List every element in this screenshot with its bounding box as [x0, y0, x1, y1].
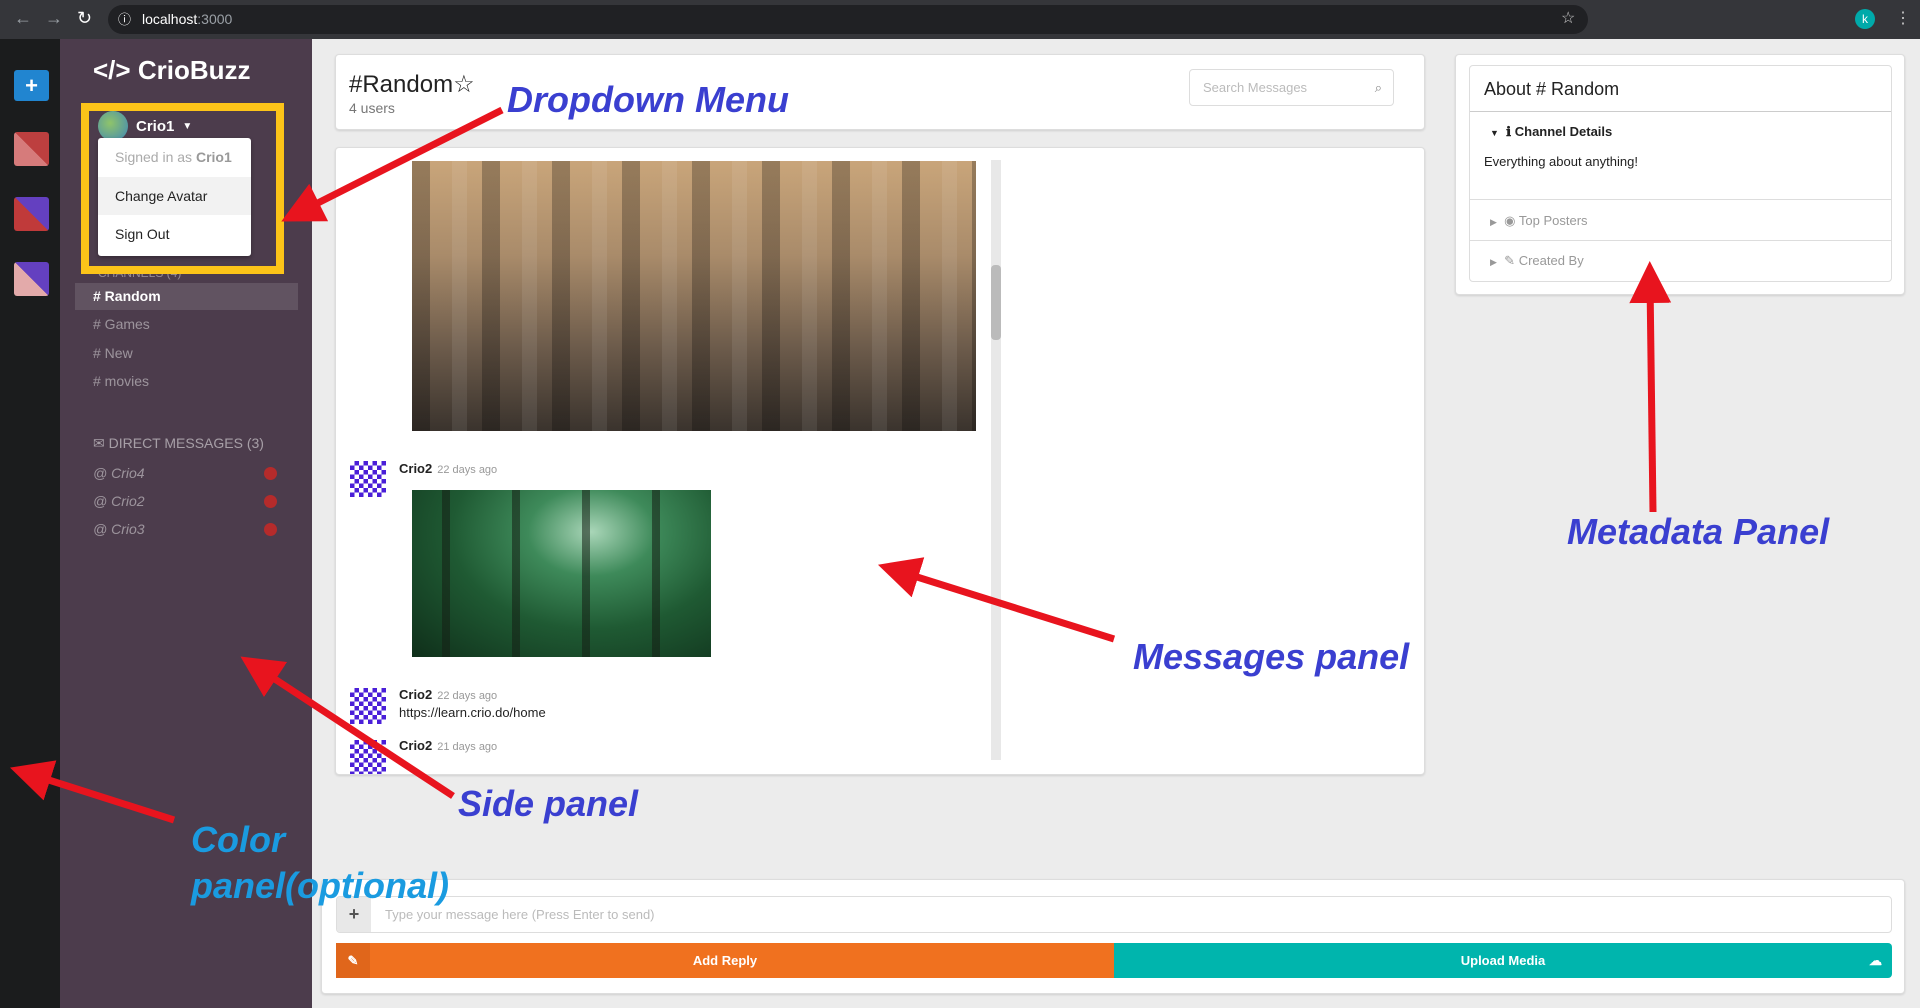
- arrow: [877, 557, 1116, 643]
- annotation-label: Side panel: [458, 783, 639, 824]
- annotation-arrows: [9, 106, 1672, 824]
- annotation-label: Metadata Panel: [1567, 511, 1830, 552]
- arrow: [9, 760, 176, 824]
- arrow: [240, 656, 455, 799]
- arrow: [1629, 261, 1672, 513]
- annotation-label: Color: [191, 819, 285, 860]
- annotation-label: panel(optional): [191, 865, 449, 906]
- arrow: [281, 106, 504, 222]
- annotation-label: Dropdown Menu: [507, 79, 789, 120]
- annotation-label: Messages panel: [1133, 636, 1410, 677]
